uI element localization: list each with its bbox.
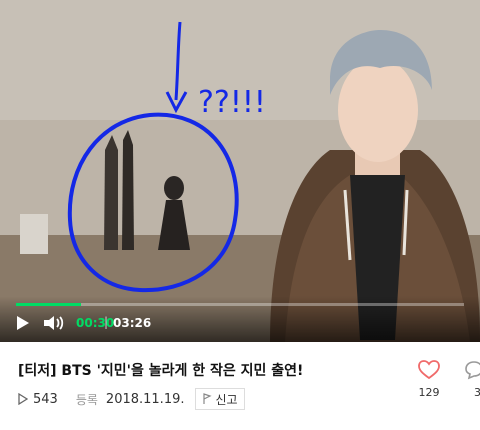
progress-bar[interactable] xyxy=(16,303,464,306)
heart-icon xyxy=(418,360,440,380)
view-count: 543 xyxy=(33,391,58,407)
total-time: 03:26 xyxy=(113,316,152,330)
upload-date: 2018.11.19. xyxy=(105,391,185,407)
current-time: 00:30 xyxy=(76,316,115,330)
volume-icon xyxy=(44,316,64,330)
report-button[interactable]: 신고 xyxy=(194,388,245,410)
progress-fill xyxy=(16,303,82,306)
video-meta: 543 등록 2018.11.19. 신고 xyxy=(18,388,245,410)
comment-icon xyxy=(465,361,480,380)
video-player[interactable]: ??!!! 00:30 | 03:26 xyxy=(0,0,480,342)
report-label: 신고 xyxy=(215,392,238,407)
play-button[interactable] xyxy=(14,314,32,332)
video-info: [티저] BTS '지민'을 놀라게 한 작은 지민 출연! 543 등록 20… xyxy=(0,342,480,430)
comment-button[interactable]: 3 xyxy=(464,360,480,399)
like-count: 129 xyxy=(418,386,440,399)
video-title: [티저] BTS '지민'을 놀라게 한 작은 지민 출연! xyxy=(18,363,304,379)
play-count-icon xyxy=(18,393,28,405)
comment-count: 3 xyxy=(474,386,480,399)
volume-button[interactable] xyxy=(42,313,66,333)
time-separator: | xyxy=(104,315,109,329)
date-label: 등록 xyxy=(75,392,98,407)
report-flag-icon xyxy=(202,393,212,404)
video-frame xyxy=(0,0,480,342)
like-button[interactable]: 129 xyxy=(415,360,443,399)
play-icon xyxy=(17,316,29,330)
